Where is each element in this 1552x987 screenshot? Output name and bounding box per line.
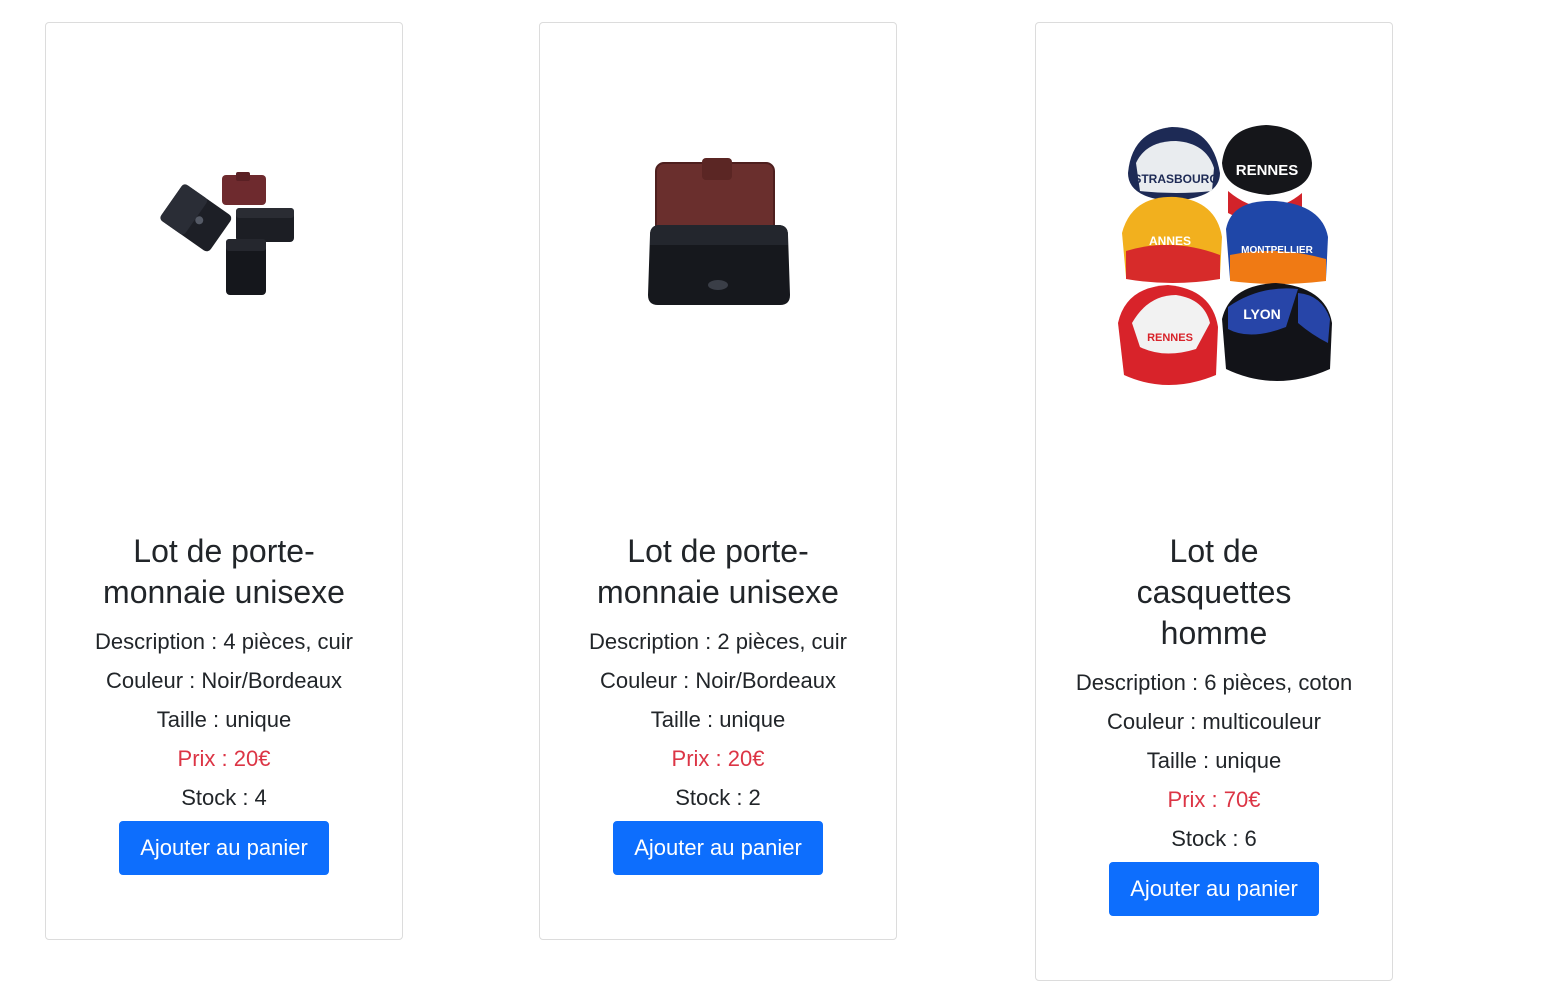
product-size: Taille : unique <box>156 707 292 732</box>
product-color: Couleur : multicouleur <box>1107 709 1321 734</box>
add-to-cart-button[interactable]: Ajouter au panier <box>613 821 823 875</box>
svg-text:RENNES: RENNES <box>1147 332 1193 344</box>
product-card: Lot de porte-monnaie unisexe Description… <box>45 22 403 940</box>
product-image-wrapper: STRASBOURG RENNES ANNES MONTPELLIER RENN… <box>1036 23 1392 513</box>
product-stock: Stock : 4 <box>181 785 267 810</box>
wallets-lot-image <box>160 172 294 295</box>
product-description: Description : 2 pièces, cuir <box>589 629 847 654</box>
cap-text: RENNES <box>1236 162 1299 179</box>
product-image-wrapper <box>46 23 402 513</box>
add-to-cart-button[interactable]: Ajouter au panier <box>1109 862 1319 916</box>
product-card: STRASBOURG RENNES ANNES MONTPELLIER RENN… <box>1035 22 1393 981</box>
product-description: Description : 6 pièces, coton <box>1075 670 1353 695</box>
product-price: Prix : 20€ <box>177 746 271 771</box>
product-stock: Stock : 2 <box>675 785 761 810</box>
product-title: Lot de porte-monnaie unisexe <box>103 533 345 610</box>
product-title: Lot de casquettes homme <box>1136 533 1292 651</box>
add-to-cart-button[interactable]: Ajouter au panier <box>119 821 329 875</box>
product-price: Prix : 20€ <box>671 746 765 771</box>
product-description: Description : 4 pièces, cuir <box>95 629 353 654</box>
product-image-wrapper <box>540 23 896 513</box>
product-size: Taille : unique <box>1146 748 1282 773</box>
product-title: Lot de porte-monnaie unisexe <box>597 533 839 610</box>
cap-text: LYON <box>1243 306 1281 322</box>
product-color: Couleur : Noir/Bordeaux <box>599 668 836 693</box>
svg-text:STRASBOURG: STRASBOURG <box>1133 172 1218 186</box>
product-price: Prix : 70€ <box>1167 787 1261 812</box>
product-size: Taille : unique <box>650 707 786 732</box>
caps-lot-image: STRASBOURG RENNES ANNES MONTPELLIER RENN… <box>1118 125 1332 385</box>
svg-text:ANNES: ANNES <box>1149 234 1191 248</box>
wallets-pair-image <box>648 158 790 305</box>
product-stock: Stock : 6 <box>1171 826 1257 851</box>
cap-text: MONTPELLIER <box>1241 245 1313 256</box>
product-color: Couleur : Noir/Bordeaux <box>105 668 342 693</box>
product-card: Lot de porte-monnaie unisexe Description… <box>539 22 897 940</box>
